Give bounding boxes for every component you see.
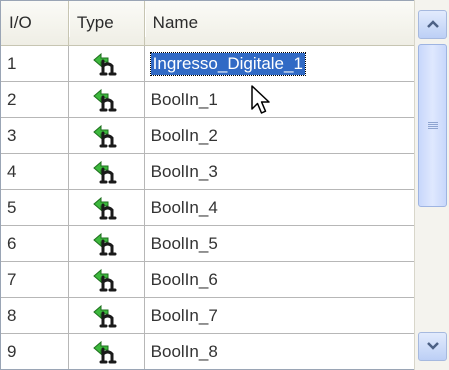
name-cell[interactable]: BoolIn_4 xyxy=(145,190,414,225)
name-cell[interactable]: BoolIn_6 xyxy=(145,262,414,297)
type-cell xyxy=(69,334,145,369)
name-cell[interactable]: BoolIn_8 xyxy=(145,334,414,369)
io-number: 4 xyxy=(1,154,69,189)
digital-input-icon xyxy=(92,87,120,113)
type-cell xyxy=(69,190,145,225)
digital-input-icon xyxy=(92,159,120,185)
name-cell[interactable]: BoolIn_1 xyxy=(145,82,414,117)
type-cell xyxy=(69,262,145,297)
name-cell[interactable]: BoolIn_2 xyxy=(145,118,414,153)
io-table: I/O Type Name 1 Ingresso_Digitale_1 2 Bo xyxy=(0,0,414,370)
name-cell[interactable]: BoolIn_5 xyxy=(145,226,414,261)
table-row[interactable]: 6 BoolIn_5 xyxy=(1,226,414,262)
header-name[interactable]: Name xyxy=(145,1,414,45)
io-number: 8 xyxy=(1,298,69,333)
io-number: 5 xyxy=(1,190,69,225)
io-number: 7 xyxy=(1,262,69,297)
digital-input-icon xyxy=(92,51,120,77)
scroll-down-button[interactable] xyxy=(418,332,447,361)
table-row[interactable]: 3 BoolIn_2 xyxy=(1,118,414,154)
table-header: I/O Type Name xyxy=(1,1,414,46)
grip-icon xyxy=(427,121,438,130)
name-edit-field[interactable]: Ingresso_Digitale_1 xyxy=(149,51,306,76)
chevron-down-icon xyxy=(426,338,440,356)
table-row[interactable]: 7 BoolIn_6 xyxy=(1,262,414,298)
digital-input-icon xyxy=(92,231,120,257)
name-cell[interactable]: BoolIn_7 xyxy=(145,298,414,333)
io-list-window: I/O Type Name 1 Ingresso_Digitale_1 2 Bo xyxy=(0,0,449,370)
table-row[interactable]: 4 BoolIn_3 xyxy=(1,154,414,190)
type-cell xyxy=(69,226,145,261)
io-number: 3 xyxy=(1,118,69,153)
io-number: 6 xyxy=(1,226,69,261)
digital-input-icon xyxy=(92,195,120,221)
header-io[interactable]: I/O xyxy=(1,1,70,45)
header-type[interactable]: Type xyxy=(69,1,146,45)
name-cell[interactable]: BoolIn_3 xyxy=(145,154,414,189)
type-cell xyxy=(69,82,145,117)
io-number: 1 xyxy=(1,46,69,81)
table-row[interactable]: 9 BoolIn_8 xyxy=(1,334,414,369)
scroll-up-button[interactable] xyxy=(418,10,447,39)
table-row[interactable]: 2 BoolIn_1 xyxy=(1,82,414,118)
name-cell-editing[interactable]: Ingresso_Digitale_1 xyxy=(145,46,414,81)
io-number: 2 xyxy=(1,82,69,117)
type-cell xyxy=(69,154,145,189)
digital-input-icon xyxy=(92,123,120,149)
digital-input-icon xyxy=(92,339,120,365)
table-row[interactable]: 5 BoolIn_4 xyxy=(1,190,414,226)
type-cell xyxy=(69,298,145,333)
type-cell xyxy=(69,118,145,153)
table-row[interactable]: 8 BoolIn_7 xyxy=(1,298,414,334)
io-number: 9 xyxy=(1,334,69,369)
scrollbar-thumb[interactable] xyxy=(418,44,447,207)
digital-input-icon xyxy=(92,303,120,329)
type-cell xyxy=(69,46,145,81)
chevron-up-icon xyxy=(426,16,440,34)
digital-input-icon xyxy=(92,267,120,293)
table-row[interactable]: 1 Ingresso_Digitale_1 xyxy=(1,46,414,82)
vertical-scrollbar[interactable] xyxy=(414,0,449,370)
